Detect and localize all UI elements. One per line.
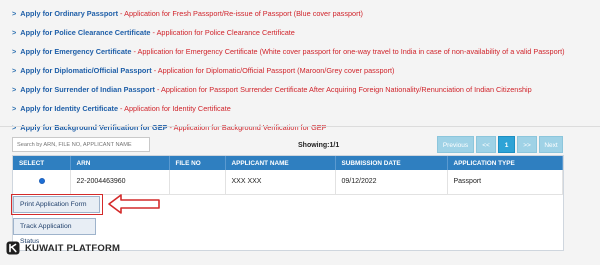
apply-item-surrender-passport: > Apply for Surrender of Indian Passport… [12, 85, 532, 94]
chevron-right-icon: > [12, 28, 17, 37]
column-header-arn: ARN [70, 156, 170, 170]
chevron-right-icon: > [12, 104, 17, 113]
print-application-form-button[interactable]: Print Application Form [13, 196, 100, 213]
column-header-select: SELECT [13, 156, 71, 170]
apply-item-emergency-certificate: > Apply for Emergency Certificate - Appl… [12, 47, 565, 56]
application-type-cell: Passport [447, 170, 563, 195]
chevron-right-icon: > [12, 9, 17, 18]
arn-cell: 22-2004463960 [70, 170, 170, 195]
pagination: Previous << 1 >> Next [437, 136, 563, 153]
brand-logo-icon [6, 241, 20, 255]
section-divider [0, 126, 600, 127]
submission-date-cell: 09/12/2022 [335, 170, 448, 195]
apply-link-description: Application for Fresh Passport/Re-issue … [124, 9, 363, 18]
apply-item-police-clearance: > Apply for Police Clearance Certificate… [12, 28, 295, 37]
apply-link-title[interactable]: Apply for Identity Certificate [20, 104, 118, 113]
applications-table: SELECT ARN FILE NO APPLICANT NAME SUBMIS… [13, 156, 563, 195]
file-no-cell [169, 170, 226, 195]
applicant-name-cell: XXX XXX [225, 170, 336, 195]
track-application-status-button[interactable]: Track Application Status [13, 218, 96, 245]
column-header-submission-date: SUBMISSION DATE [335, 156, 448, 170]
brand-name: KUWAIT PLATFORM [25, 242, 121, 254]
apply-link-title[interactable]: Apply for Ordinary Passport [20, 9, 118, 18]
table-row: 22-2004463960 XXX XXX 09/12/2022 Passpor… [13, 170, 563, 195]
chevron-right-icon: > [12, 66, 17, 75]
left-arrow-annotation-icon [108, 194, 160, 214]
column-header-applicant-name: APPLICANT NAME [225, 156, 336, 170]
apply-link-title[interactable]: Apply for Surrender of Indian Passport [20, 85, 155, 94]
first-page-button[interactable]: << [476, 136, 496, 153]
apply-links-list: > Apply for Ordinary Passport - Applicat… [12, 4, 592, 137]
select-cell [13, 170, 71, 195]
apply-link-description: Application for Identity Certificate [124, 104, 231, 113]
last-page-button[interactable]: >> [517, 136, 537, 153]
previous-page-button[interactable]: Previous [437, 136, 474, 153]
search-input[interactable] [12, 137, 150, 152]
next-page-button[interactable]: Next [539, 136, 563, 153]
apply-link-description: Application for Background Verification … [173, 123, 327, 132]
apply-link-title[interactable]: Apply for Emergency Certificate [20, 47, 131, 56]
column-header-application-type: APPLICATION TYPE [447, 156, 563, 170]
select-radio[interactable] [39, 177, 45, 184]
column-header-file-no: FILE NO [169, 156, 226, 170]
chevron-right-icon: > [12, 47, 17, 56]
brand-watermark: KUWAIT PLATFORM [0, 236, 128, 260]
passport-services-page: > Apply for Ordinary Passport - Applicat… [0, 0, 600, 265]
table-header-row: SELECT ARN FILE NO APPLICANT NAME SUBMIS… [13, 156, 563, 170]
page-1-button[interactable]: 1 [498, 136, 515, 153]
apply-item-identity-certificate: > Apply for Identity Certificate - Appli… [12, 104, 231, 113]
chevron-right-icon: > [12, 123, 17, 132]
apply-item-diplomatic-passport: > Apply for Diplomatic/Official Passport… [12, 66, 395, 75]
apply-link-title[interactable]: Apply for Background Verification for GE… [20, 123, 167, 132]
chevron-right-icon: > [12, 85, 17, 94]
apply-link-description: Application for Police Clearance Certifi… [156, 28, 295, 37]
apply-link-title[interactable]: Apply for Police Clearance Certificate [20, 28, 150, 37]
showing-count: Showing:1/1 [298, 142, 340, 149]
apply-item-ordinary-passport: > Apply for Ordinary Passport - Applicat… [12, 9, 363, 18]
apply-link-description: Application for Passport Surrender Certi… [161, 85, 532, 94]
apply-link-title[interactable]: Apply for Diplomatic/Official Passport [20, 66, 151, 75]
apply-item-background-verification: > Apply for Background Verification for … [12, 123, 327, 132]
apply-link-description: Application for Emergency Certificate (W… [137, 47, 565, 56]
apply-link-description: Application for Diplomatic/Official Pass… [157, 66, 395, 75]
